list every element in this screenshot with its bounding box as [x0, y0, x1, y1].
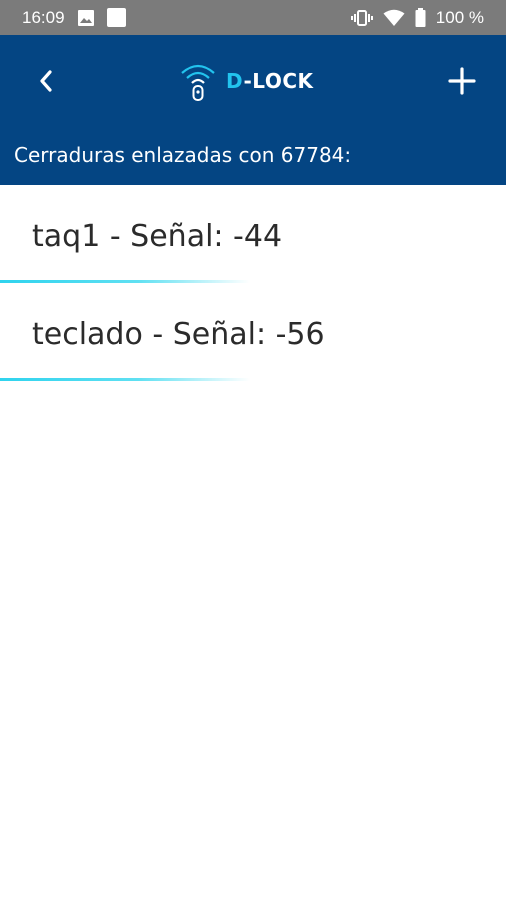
battery-percent: 100 % [435, 7, 484, 27]
app-logo-text: D-LOCK [226, 69, 314, 93]
back-button[interactable] [28, 61, 64, 101]
logo-prefix: D [226, 69, 244, 93]
chevron-left-icon [40, 70, 52, 92]
list-item-lock[interactable]: taq1 - Señal: -44 [0, 185, 506, 283]
status-bar: 16:09 100 % [0, 0, 506, 35]
status-right: 100 % [350, 7, 484, 28]
page-subtitle: Cerraduras enlazadas con 67784: [14, 143, 352, 167]
status-left: 16:09 [22, 8, 126, 28]
logo-suffix: -LOCK [243, 69, 314, 93]
image-icon [77, 9, 95, 27]
lock-label: taq1 - Señal: -44 [32, 219, 283, 254]
app-square-icon [106, 8, 126, 27]
plus-icon [448, 67, 476, 95]
list-item-lock[interactable]: teclado - Señal: -56 [0, 283, 506, 381]
lock-wifi-icon [181, 64, 215, 101]
lock-label: teclado - Señal: -56 [32, 317, 325, 352]
wifi-icon [383, 9, 405, 27]
lock-list: taq1 - Señal: -44 teclado - Señal: -56 [0, 185, 506, 381]
list-divider [0, 378, 250, 381]
status-time: 16:09 [22, 7, 65, 27]
app-logo: D-LOCK [178, 59, 314, 103]
app-bar: D-LOCK Cerraduras enlazadas con 67784: [0, 35, 506, 185]
add-lock-button[interactable] [442, 61, 482, 101]
battery-icon [415, 8, 426, 27]
vibrate-icon [350, 9, 373, 27]
